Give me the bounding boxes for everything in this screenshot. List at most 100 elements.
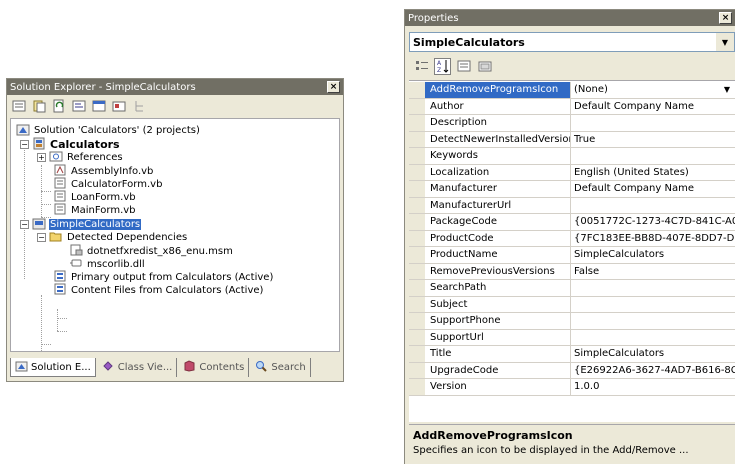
property-value[interactable]: SimpleCalculators (571, 247, 735, 263)
property-value[interactable]: Default Company Name (571, 181, 735, 197)
property-value[interactable] (571, 330, 735, 346)
tree-calculatorform[interactable]: CalculatorForm.vb (53, 177, 163, 191)
properties-close-button[interactable]: × (719, 12, 732, 24)
property-row-gutter (409, 197, 425, 213)
tree-assemblyinfo[interactable]: AssemblyInfo.vb (53, 164, 154, 178)
tree-calculatorform-label: CalculatorForm.vb (71, 179, 163, 190)
tree-mainform[interactable]: MainForm.vb (53, 203, 137, 217)
tree-mscorlib[interactable]: mscorlib.dll (69, 258, 146, 271)
tree-references[interactable]: References (49, 151, 124, 164)
tab-search[interactable]: Search (251, 358, 311, 377)
property-name: ProductCode (425, 230, 571, 246)
tree-project-calculators[interactable]: Calculators (32, 137, 121, 151)
property-value[interactable]: 1.0.0 (571, 379, 735, 395)
property-value[interactable]: True (571, 132, 735, 148)
tree-references-label: References (67, 152, 123, 163)
property-row-gutter (409, 181, 425, 197)
tree-solution[interactable]: Solution 'Calculators' (2 projects) (16, 124, 201, 137)
property-row[interactable]: Description (409, 115, 735, 132)
setup-project-icon (32, 217, 46, 233)
property-value-text: Default Company Name (574, 100, 694, 112)
object-selector-dropdown[interactable]: SimpleCalculators ▼ (409, 32, 735, 52)
property-value-text: 1.0.0 (574, 381, 600, 392)
property-row[interactable]: Version 1.0.0 (409, 379, 735, 396)
property-value[interactable] (571, 297, 735, 313)
property-row[interactable]: Author Default Company Name (409, 98, 735, 115)
property-row[interactable]: SupportUrl (409, 329, 735, 346)
chevron-down-icon[interactable]: ▼ (724, 82, 735, 98)
alphabetical-icon[interactable]: AZ (434, 57, 451, 75)
property-row[interactable]: ManufacturerUrl (409, 197, 735, 214)
collapse-dependencies-icon[interactable]: − (37, 233, 46, 242)
property-row[interactable]: DetectNewerInstalledVersion True (409, 131, 735, 148)
tree-detected-dependencies[interactable]: Detected Dependencies (49, 231, 188, 244)
property-row-gutter (409, 280, 425, 296)
view-designer-icon[interactable] (91, 98, 107, 114)
tab-search-label: Search (271, 362, 306, 373)
property-row-gutter (409, 115, 425, 131)
property-value[interactable] (571, 198, 735, 214)
property-row[interactable]: Subject (409, 296, 735, 313)
property-row[interactable]: SearchPath (409, 280, 735, 297)
property-name: ProductName (425, 247, 571, 263)
collapse-icon[interactable] (131, 98, 147, 114)
property-row[interactable]: UpgradeCode {E26922A6-3627-4AD7-B616-8CD (409, 362, 735, 379)
property-row[interactable]: Localization English (United States) (409, 164, 735, 181)
solution-explorer-tabs: Solution E... Class Vie... Contents Sear… (10, 358, 340, 378)
property-value[interactable]: SimpleCalculators (571, 346, 735, 362)
property-row[interactable]: RemovePreviousVersions False (409, 263, 735, 280)
property-value[interactable]: {7FC183EE-BB8D-407E-8DD7-DE8 (571, 231, 735, 247)
property-value[interactable]: English (United States) (571, 165, 735, 181)
property-row[interactable]: Keywords (409, 148, 735, 165)
chevron-down-icon[interactable]: ▼ (716, 33, 734, 51)
tab-solution-explorer[interactable]: Solution E... (10, 358, 96, 377)
collapse-simplecalculators-icon[interactable]: − (20, 220, 29, 229)
add-project-output-icon[interactable] (111, 98, 127, 114)
property-value[interactable]: False (571, 264, 735, 280)
properties-title: Properties (408, 12, 459, 24)
collapse-calculators-icon[interactable]: − (20, 140, 29, 149)
tree-assemblyinfo-label: AssemblyInfo.vb (71, 166, 154, 177)
solution-explorer-toolbar (7, 95, 343, 117)
property-row-gutter (409, 98, 425, 114)
view-code-icon[interactable] (71, 98, 87, 114)
property-value[interactable]: Default Company Name (571, 99, 735, 115)
property-row[interactable]: SupportPhone (409, 313, 735, 330)
solution-explorer-close-button[interactable]: × (327, 81, 340, 93)
show-all-files-icon[interactable] (31, 98, 47, 114)
property-value[interactable] (571, 148, 735, 164)
property-value[interactable] (571, 115, 735, 131)
solution-explorer-titlebar[interactable]: Solution Explorer - SimpleCalculators × (7, 79, 343, 95)
tree-primary-output[interactable]: Primary output from Calculators (Active) (53, 270, 274, 284)
property-grid: AddRemoveProgramsIcon (None) ▼ Author Defaul… (409, 80, 735, 422)
property-row-gutter (409, 247, 425, 263)
properties-toolbar: AZ (413, 57, 493, 75)
tree-dotnetfx[interactable]: dotnetfxredist_x86_enu.msm (69, 244, 234, 258)
property-row-gutter (409, 346, 425, 362)
property-value[interactable] (571, 280, 735, 296)
tab-class-view[interactable]: Class Vie... (98, 358, 178, 377)
property-row[interactable]: Title SimpleCalculators (409, 346, 735, 363)
expand-references-icon[interactable]: + (37, 153, 46, 162)
property-pages-icon[interactable] (476, 58, 493, 75)
open-folder-icon (49, 230, 63, 245)
properties-page-icon[interactable] (455, 58, 472, 75)
property-row[interactable]: AddRemoveProgramsIcon (None) ▼ (409, 82, 735, 99)
property-value[interactable]: {0051772C-1273-4C7D-841C-A0E (571, 214, 735, 230)
property-row[interactable]: ProductCode {7FC183EE-BB8D-407E-8DD7-DE8 (409, 230, 735, 247)
property-value[interactable] (571, 313, 735, 329)
properties-titlebar[interactable]: Properties × (405, 10, 735, 26)
property-row[interactable]: Manufacturer Default Company Name (409, 181, 735, 198)
tab-contents[interactable]: Contents (179, 358, 250, 377)
description-text: Specifies an icon to be displayed in the… (413, 445, 689, 456)
tree-content-files[interactable]: Content Files from Calculators (Active) (53, 283, 264, 297)
property-value[interactable]: (None) ▼ (571, 82, 735, 98)
property-row[interactable]: ProductName SimpleCalculators (409, 247, 735, 264)
property-row[interactable]: PackageCode {0051772C-1273-4C7D-841C-A0E (409, 214, 735, 231)
properties-icon[interactable] (11, 98, 27, 114)
solution-tree: Solution 'Calculators' (2 projects) − Ca… (10, 118, 340, 352)
object-selector-value: SimpleCalculators (413, 35, 525, 49)
refresh-icon[interactable] (51, 98, 67, 114)
categorized-icon[interactable] (413, 58, 430, 75)
property-value[interactable]: {E26922A6-3627-4AD7-B616-8CD (571, 363, 735, 379)
